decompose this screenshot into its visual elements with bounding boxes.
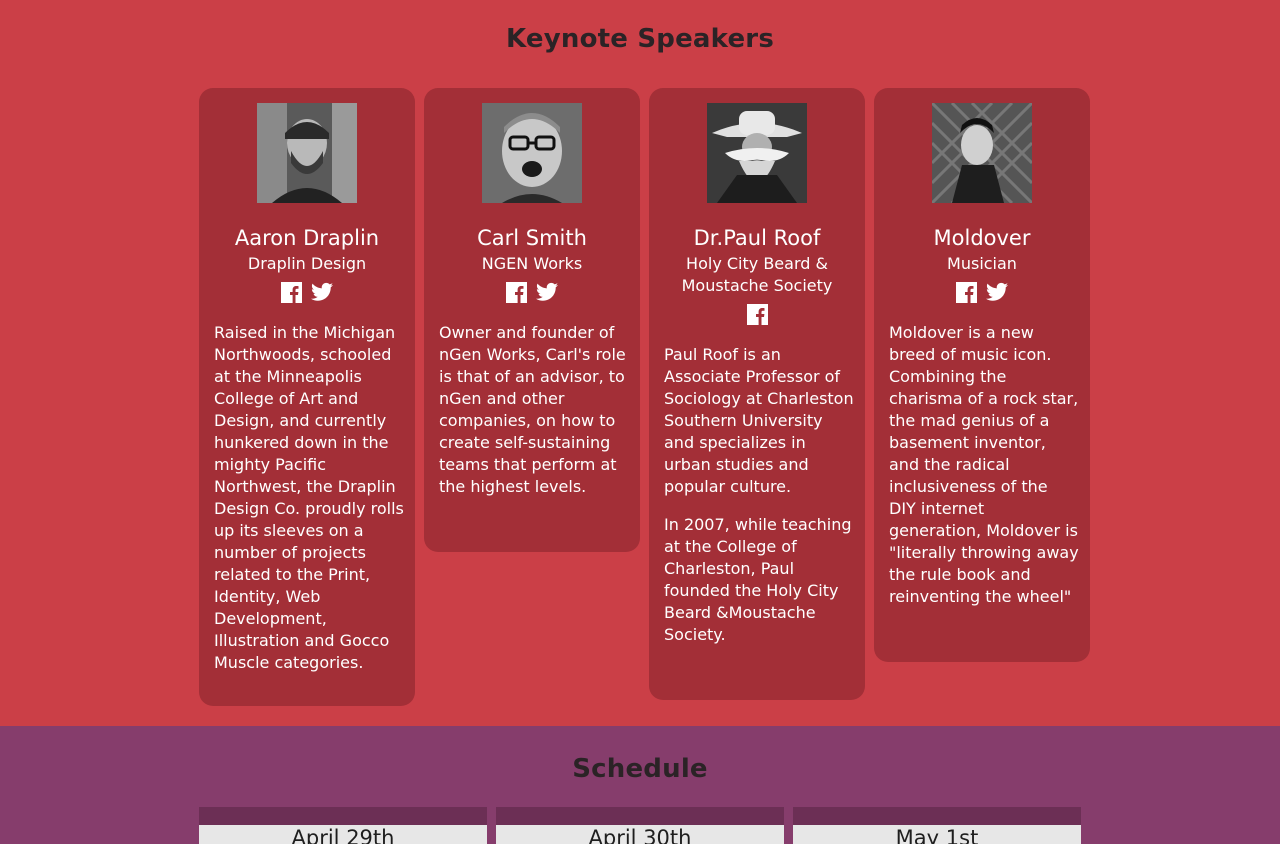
twitter-icon[interactable] — [311, 282, 334, 306]
schedule-day-column: April 30th — [496, 807, 784, 844]
keynote-title: Keynote Speakers — [506, 24, 774, 54]
speaker-name: Aaron Draplin — [234, 226, 380, 250]
speaker-photo — [932, 103, 1032, 203]
speaker-bio: Paul Roof is an Associate Professor of S… — [664, 344, 854, 646]
speaker-card-moldover: Moldover Musician Moldover is a new bree… — [874, 88, 1090, 662]
schedule-day-label: May 1st — [793, 825, 1081, 844]
facebook-icon[interactable] — [955, 282, 977, 307]
schedule-section: Schedule April 29th April 30th May 1st — [0, 726, 1280, 844]
schedule-day-bar — [793, 807, 1081, 825]
speaker-bio: Owner and founder of nGen Works, Carl's … — [439, 322, 629, 498]
keynote-section: Keynote Speakers Aaron Draplin Draplin D… — [0, 0, 1280, 726]
schedule-day-label: April 29th — [199, 825, 487, 844]
speaker-photo — [482, 103, 582, 203]
speaker-card-aaron-draplin: Aaron Draplin Draplin Design Raised in t… — [199, 88, 415, 706]
speaker-name: Dr.Paul Roof — [693, 226, 821, 250]
speaker-name: Carl Smith — [477, 226, 587, 250]
speaker-card-paul-roof: Dr.Paul Roof Holy City Beard & Moustache… — [649, 88, 865, 700]
speaker-photo — [257, 103, 357, 203]
schedule-day-bar — [496, 807, 784, 825]
speaker-social-links — [424, 282, 640, 304]
speaker-bio-paragraph: Moldover is a new breed of music icon. C… — [889, 323, 1079, 606]
speaker-social-links — [874, 282, 1090, 304]
speaker-org: Holy City Beard & Moustache Society — [681, 254, 833, 295]
speaker-social-links — [649, 304, 865, 326]
speaker-org: Draplin Design — [247, 254, 367, 273]
schedule-day-column: April 29th — [199, 807, 487, 844]
speaker-bio-paragraph: Raised in the Michigan Northwoods, schoo… — [214, 323, 404, 672]
speaker-bio-paragraph: Paul Roof is an Associate Professor of S… — [664, 345, 854, 496]
schedule-day-label: April 30th — [496, 825, 784, 844]
facebook-icon[interactable] — [505, 282, 527, 307]
speaker-bio: Raised in the Michigan Northwoods, schoo… — [214, 322, 404, 674]
speaker-photo — [707, 103, 807, 203]
speaker-bio: Moldover is a new breed of music icon. C… — [889, 322, 1079, 608]
schedule-title: Schedule — [572, 754, 708, 784]
speaker-card-carl-smith: Carl Smith NGEN Works Owner and founder … — [424, 88, 640, 552]
twitter-icon[interactable] — [536, 282, 559, 306]
twitter-icon[interactable] — [986, 282, 1009, 306]
speaker-name: Moldover — [933, 226, 1031, 250]
speaker-org: NGEN Works — [481, 254, 583, 273]
schedule-day-column: May 1st — [793, 807, 1081, 844]
schedule-day-bar — [199, 807, 487, 825]
facebook-icon[interactable] — [746, 304, 768, 329]
speaker-bio-paragraph: Owner and founder of nGen Works, Carl's … — [439, 323, 626, 496]
facebook-icon[interactable] — [280, 282, 302, 307]
speaker-org: Musician — [947, 254, 1017, 273]
speaker-bio-paragraph: In 2007, while teaching at the College o… — [664, 515, 852, 644]
speaker-social-links — [199, 282, 415, 304]
